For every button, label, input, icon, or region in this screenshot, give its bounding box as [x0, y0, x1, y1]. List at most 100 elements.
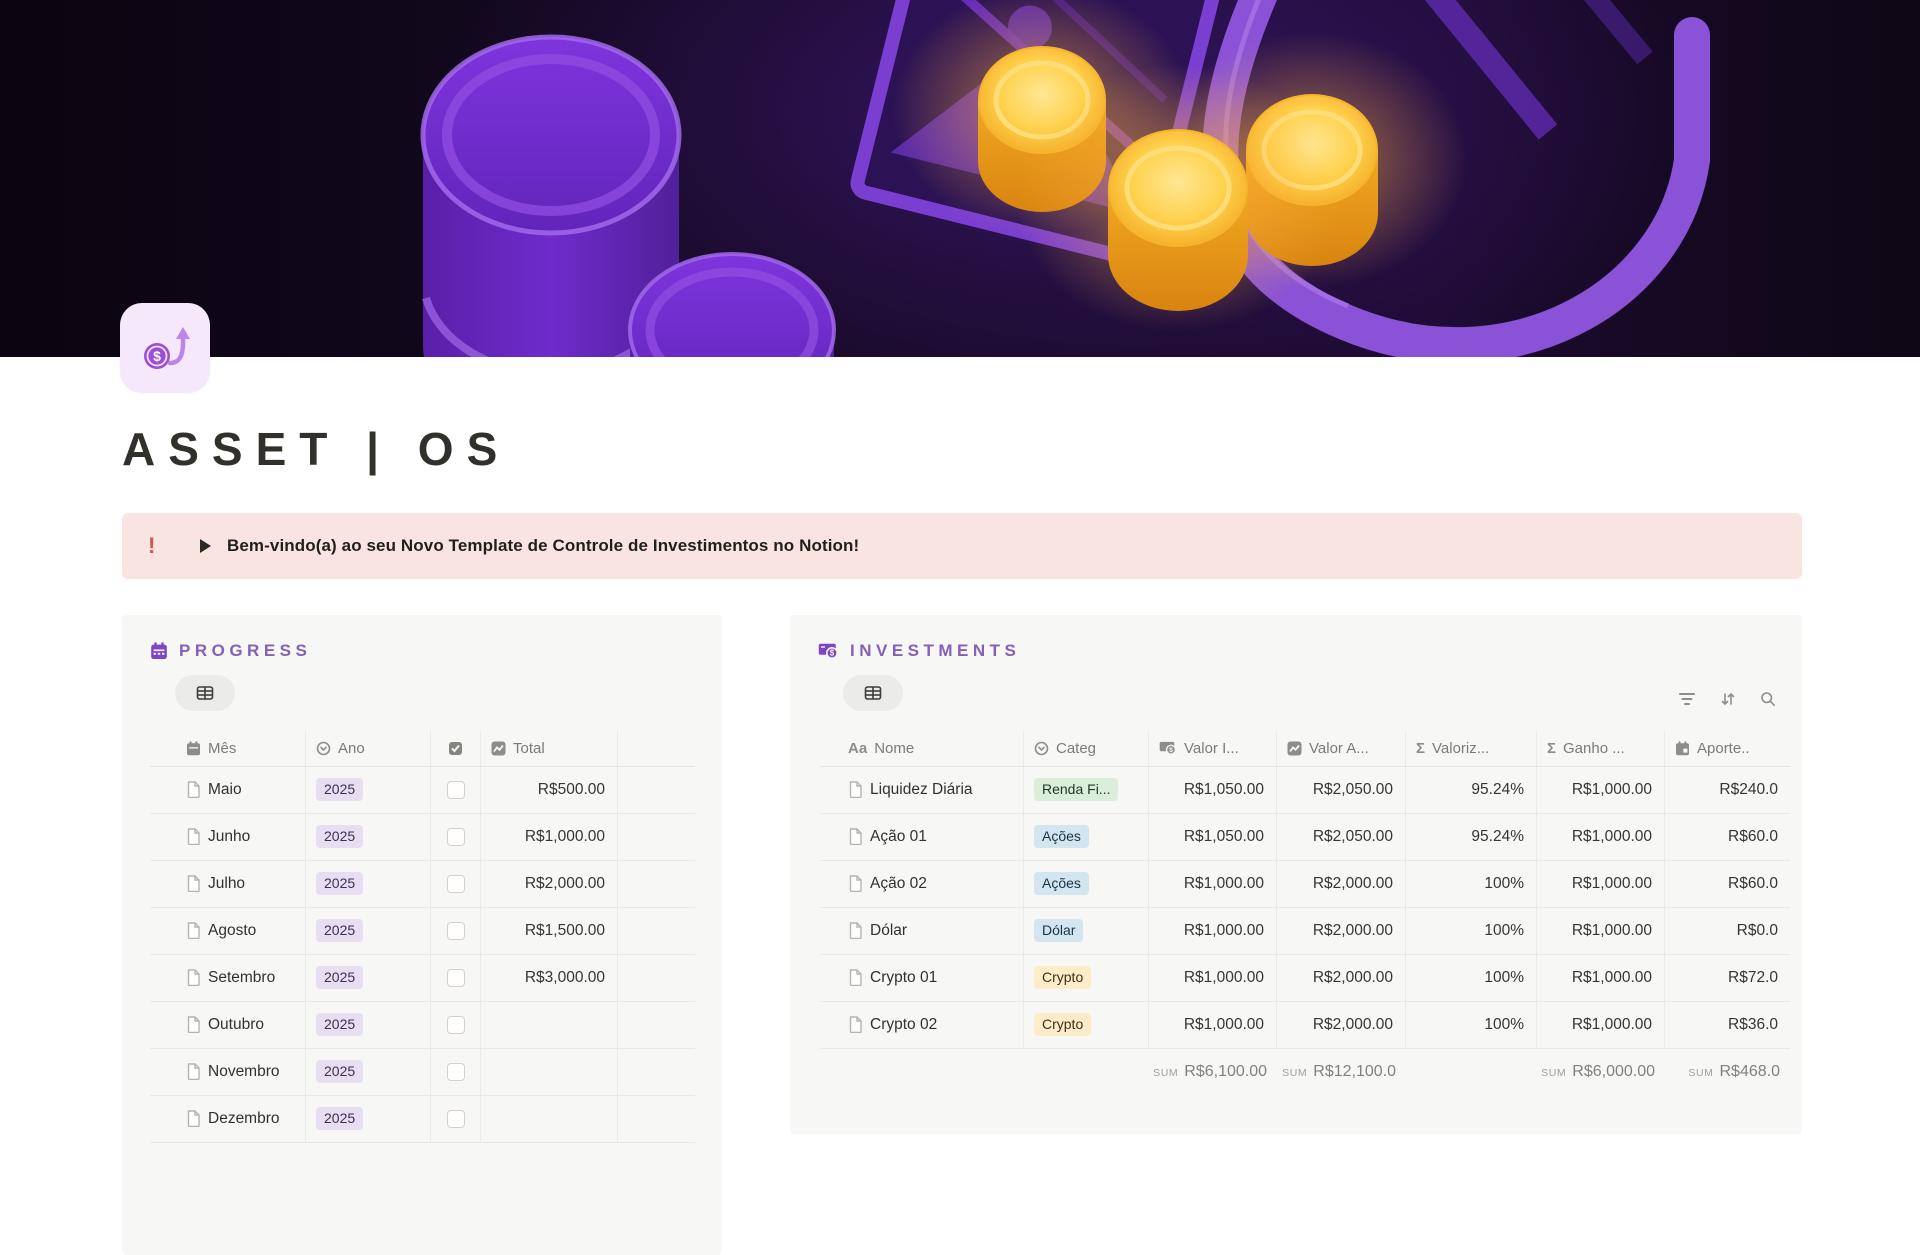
table-row[interactable]: Junho 2025 R$1,000.00 [150, 814, 695, 861]
table-row[interactable]: Ação 01 Ações R$1,050.00 R$2,050.00 95.2… [820, 814, 1790, 861]
exclamation-icon: ! [148, 533, 168, 559]
total-value [481, 1002, 618, 1048]
progress-title: PROGRESS [179, 641, 311, 661]
checkbox[interactable] [447, 1110, 465, 1128]
asset-name: Liquidez Diária [870, 781, 973, 799]
ganho: R$1,000.00 [1537, 861, 1665, 907]
year-tag: 2025 [316, 1013, 363, 1037]
table-row[interactable]: Dólar Dólar R$1,000.00 R$2,000.00 100% R… [820, 908, 1790, 955]
page-title: ASSET | OS [122, 424, 1920, 475]
column-header-empty[interactable] [618, 731, 695, 766]
column-header-ganho[interactable]: Σ Ganho ... [1537, 731, 1665, 766]
valor-atual: R$2,050.00 [1277, 767, 1406, 813]
filter-icon[interactable] [1678, 691, 1696, 707]
asset-name: Dólar [870, 922, 907, 940]
asset-name: Ação 01 [870, 828, 927, 846]
table-row[interactable]: Novembro 2025 [150, 1049, 695, 1096]
callout-text: Bem-vindo(a) ao seu Novo Template de Con… [227, 536, 859, 556]
checkbox[interactable] [447, 875, 465, 893]
column-header-categ[interactable]: Categ [1024, 731, 1149, 766]
valor-atual: R$2,050.00 [1277, 814, 1406, 860]
column-header-aporte[interactable]: Aporte.. [1665, 731, 1790, 766]
svg-text:$: $ [1169, 747, 1173, 754]
column-header-ano[interactable]: Ano [306, 731, 431, 766]
page-file-icon [186, 781, 200, 798]
sort-icon[interactable] [1720, 691, 1736, 707]
valorizacao: 100% [1406, 955, 1537, 1001]
toggle-triangle-icon[interactable] [200, 539, 211, 553]
total-value: R$2,000.00 [481, 861, 618, 907]
valor-inicial: R$1,000.00 [1149, 955, 1277, 1001]
page-body: ASSET | OS ! Bem-vindo(a) ao seu Novo Te… [0, 357, 1920, 1255]
column-header-checkbox[interactable] [431, 731, 481, 766]
table-row[interactable]: Ação 02 Ações R$1,000.00 R$2,000.00 100%… [820, 861, 1790, 908]
column-header-total[interactable]: Total [481, 731, 618, 766]
progress-table-header: Mês Ano [150, 731, 695, 767]
table-row[interactable]: Crypto 02 Crypto R$1,000.00 R$2,000.00 1… [820, 1002, 1790, 1049]
column-header-valor-inicial[interactable]: $ Valor I... [1149, 731, 1277, 766]
table-footer: SUM R$6,100.00 SUM R$12,100.0 SUM R$6,00… [820, 1063, 1790, 1081]
year-tag: 2025 [316, 872, 363, 896]
total-value: R$3,000.00 [481, 955, 618, 1001]
select-icon [1034, 741, 1049, 756]
aporte: R$240.0 [1665, 767, 1790, 813]
month-name: Maio [208, 781, 242, 799]
month-name: Novembro [208, 1063, 280, 1081]
footer-sum-ganho[interactable]: SUM R$6,000.00 [1537, 1063, 1665, 1081]
asset-name: Crypto 02 [870, 1016, 937, 1034]
calendar-icon [1675, 741, 1690, 756]
column-header-mes[interactable]: Mês [150, 731, 306, 766]
money-icon: $ [818, 643, 839, 659]
table-row[interactable]: Maio 2025 R$500.00 [150, 767, 695, 814]
table-row[interactable]: Liquidez Diária Renda Fi... R$1,050.00 R… [820, 767, 1790, 814]
column-header-valor-atual[interactable]: Valor A... [1277, 731, 1406, 766]
column-header-nome[interactable]: Aa Nome [820, 731, 1024, 766]
checkbox[interactable] [447, 781, 465, 799]
valor-inicial: R$1,000.00 [1149, 861, 1277, 907]
checkbox[interactable] [447, 969, 465, 987]
valorizacao: 100% [1406, 861, 1537, 907]
month-name: Agosto [208, 922, 256, 940]
money-icon: $ [1159, 741, 1177, 755]
valorizacao: 95.24% [1406, 814, 1537, 860]
total-value: R$1,000.00 [481, 814, 618, 860]
checkbox[interactable] [447, 1063, 465, 1081]
table-row[interactable]: Dezembro 2025 [150, 1096, 695, 1143]
checkbox[interactable] [447, 828, 465, 846]
valor-inicial: R$1,000.00 [1149, 1002, 1277, 1048]
year-tag: 2025 [316, 825, 363, 849]
table-view-icon [864, 684, 882, 702]
ganho: R$1,000.00 [1537, 908, 1665, 954]
month-name: Julho [208, 875, 245, 893]
footer-sum-valor-inicial[interactable]: SUM R$6,100.00 [1149, 1063, 1277, 1081]
checkbox[interactable] [447, 1016, 465, 1034]
checkbox[interactable] [447, 922, 465, 940]
page-file-icon [848, 781, 862, 798]
column-header-valorizacao[interactable]: Σ Valoriz... [1406, 731, 1537, 766]
table-view-tab[interactable] [843, 675, 903, 711]
footer-sum-valor-atual[interactable]: SUM R$12,100.0 [1277, 1063, 1406, 1081]
total-value [481, 1049, 618, 1095]
valor-inicial: R$1,050.00 [1149, 767, 1277, 813]
category-tag: Renda Fi... [1034, 778, 1118, 802]
ganho: R$1,000.00 [1537, 767, 1665, 813]
category-tag: Ações [1034, 825, 1089, 849]
table-row[interactable]: Setembro 2025 R$3,000.00 [150, 955, 695, 1002]
table-view-tab[interactable] [175, 675, 235, 711]
page-file-icon [186, 828, 200, 845]
total-value: R$500.00 [481, 767, 618, 813]
table-row[interactable]: Agosto 2025 R$1,500.00 [150, 908, 695, 955]
investments-table-header: Aa Nome Categ $ [820, 731, 1790, 767]
empty-cell [618, 1002, 695, 1048]
table-row[interactable]: Outubro 2025 [150, 1002, 695, 1049]
footer-sum-aporte[interactable]: SUM R$468.0 [1665, 1063, 1790, 1081]
progress-table: Mês Ano [150, 731, 695, 1143]
valor-atual: R$2,000.00 [1277, 908, 1406, 954]
empty-cell [618, 767, 695, 813]
ganho: R$1,000.00 [1537, 955, 1665, 1001]
valorizacao: 95.24% [1406, 767, 1537, 813]
investments-section: $ INVESTMENTS [790, 615, 1802, 1134]
search-icon[interactable] [1760, 691, 1776, 707]
table-row[interactable]: Crypto 01 Crypto R$1,000.00 R$2,000.00 1… [820, 955, 1790, 1002]
table-row[interactable]: Julho 2025 R$2,000.00 [150, 861, 695, 908]
